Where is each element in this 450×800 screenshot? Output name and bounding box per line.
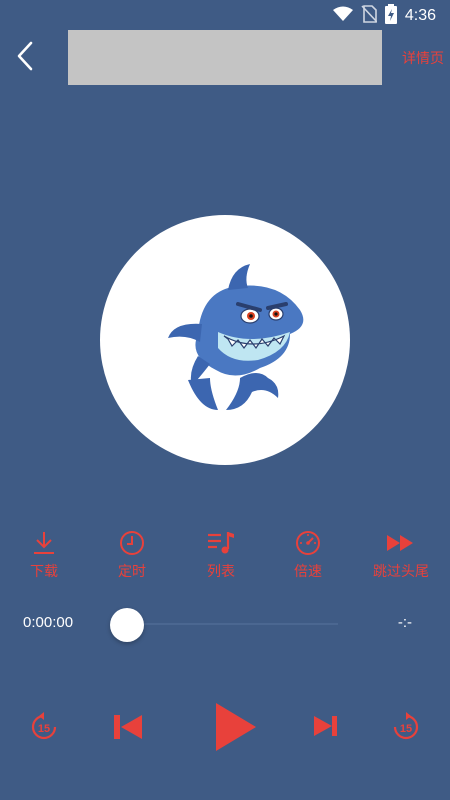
timer-label: 定时 — [118, 564, 146, 580]
play-button[interactable] — [208, 699, 260, 755]
speed-icon — [291, 528, 325, 558]
progress-row: 0:00:00 -:- — [0, 604, 450, 644]
speed-label: 倍速 — [294, 564, 322, 580]
timer-icon — [115, 528, 149, 558]
progress-track[interactable] — [128, 623, 338, 625]
previous-track-button[interactable] — [108, 709, 148, 745]
current-time: 0:00:00 — [23, 614, 74, 631]
album-cover — [100, 215, 350, 465]
speed-button[interactable]: 倍速 — [263, 528, 353, 581]
rewind-15-icon: 15 — [31, 712, 57, 740]
playlist-icon — [204, 528, 238, 558]
action-bar: 下载 定时 列表 倍速 跳过头尾 — [0, 528, 450, 586]
total-time: -:- — [397, 614, 412, 631]
forward-15-icon: 15 — [393, 712, 419, 740]
playlist-label: 列表 — [207, 564, 235, 580]
playlist-button[interactable]: 列表 — [176, 528, 266, 581]
download-label: 下载 — [30, 564, 58, 580]
skip-previous-icon — [114, 715, 142, 739]
skip-intro-outro-button[interactable]: 跳过头尾 — [356, 528, 446, 581]
rewind-15-button[interactable]: 15 — [26, 709, 62, 745]
timer-button[interactable]: 定时 — [87, 528, 177, 581]
download-button[interactable]: 下载 — [0, 528, 89, 581]
no-sim-icon — [361, 5, 378, 27]
skip-intro-outro-icon — [384, 528, 418, 558]
skip-next-icon — [314, 716, 337, 736]
battery-charging-icon — [384, 4, 397, 28]
back-button[interactable] — [10, 38, 40, 74]
next-track-button[interactable] — [310, 711, 342, 741]
progress-thumb[interactable] — [110, 608, 144, 642]
status-time: 4:36 — [404, 7, 436, 24]
skip-intro-outro-label: 跳过头尾 — [373, 564, 429, 580]
playback-controls: 15 15 — [0, 695, 450, 765]
download-icon — [27, 528, 61, 558]
shark-mascot-image — [168, 264, 304, 410]
forward-15-button[interactable]: 15 — [388, 709, 424, 745]
detail-page-link[interactable]: 详情页 — [402, 48, 444, 68]
status-icons: 4:36 — [332, 4, 436, 28]
chevron-left-icon — [17, 41, 33, 71]
play-icon — [216, 703, 256, 751]
wifi-icon — [332, 6, 353, 26]
rewind-seconds-text: 15 — [38, 723, 50, 735]
title-placeholder — [68, 30, 382, 85]
forward-seconds-text: 15 — [400, 723, 412, 735]
status-bar: 4:36 — [0, 0, 450, 32]
